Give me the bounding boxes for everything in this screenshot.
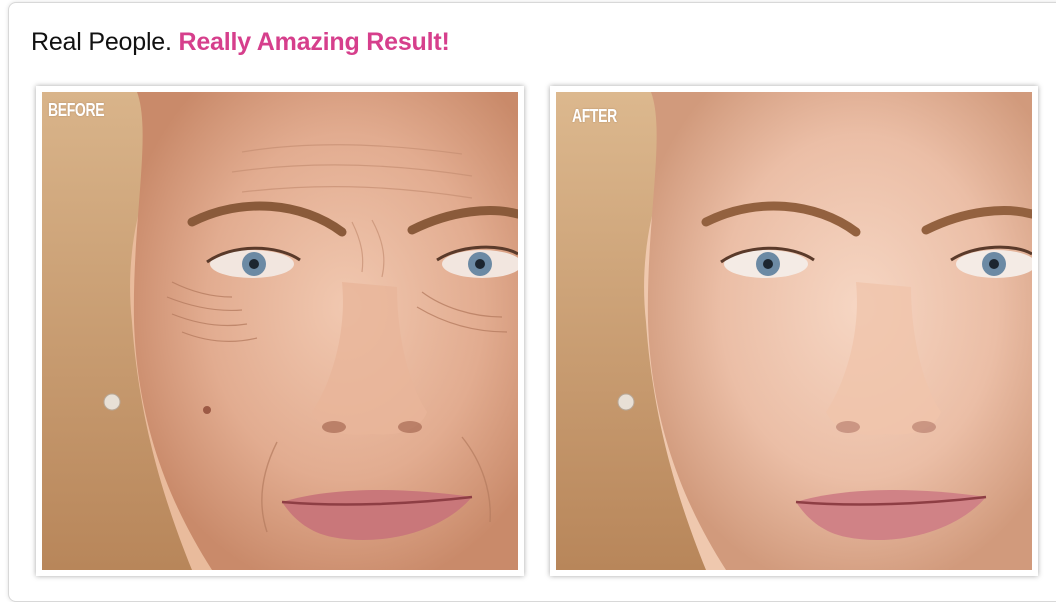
- before-photo-frame: BEFORE: [36, 86, 524, 576]
- headline-prefix: Real People.: [31, 28, 179, 56]
- after-photo-frame: AFTER: [550, 86, 1038, 576]
- before-face-image: [42, 92, 518, 570]
- after-photo: AFTER: [556, 92, 1032, 570]
- before-photo: BEFORE: [42, 92, 518, 570]
- before-label: BEFORE: [48, 100, 105, 120]
- headline-highlight: Really Amazing Result!: [178, 28, 450, 56]
- section-headline: Real People. Really Amazing Result!: [31, 28, 450, 57]
- after-face-image: [556, 92, 1032, 570]
- after-label: AFTER: [572, 106, 617, 126]
